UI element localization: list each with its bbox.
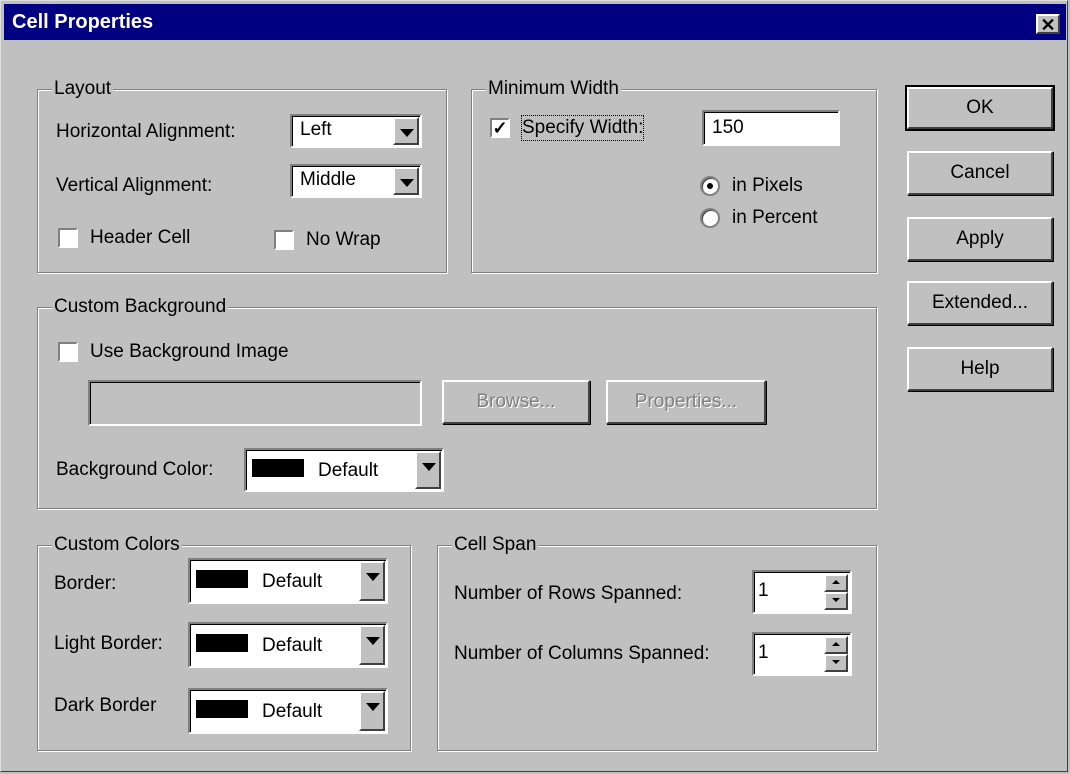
cancel-button[interactable]: Cancel — [907, 151, 1053, 195]
horizontal-alignment-label: Horizontal Alignment: — [56, 121, 236, 142]
header-cell-checkbox[interactable] — [58, 228, 78, 248]
horizontal-alignment-select[interactable]: Left — [290, 114, 422, 148]
border-label: Border: — [54, 573, 117, 594]
spin-up-icon[interactable] — [824, 574, 848, 592]
specify-width-label[interactable]: Specify Width: — [520, 115, 645, 141]
rows-spanned-input[interactable]: 1 — [752, 570, 852, 614]
light-border-label: Light Border: — [54, 633, 163, 654]
title-bar: Cell Properties ✕ — [4, 4, 1066, 40]
spin-up-icon[interactable] — [824, 636, 848, 654]
in-percent-label[interactable]: in Percent — [732, 206, 818, 230]
ok-button[interactable]: OK — [905, 85, 1055, 131]
minimum-width-group: Minimum Width ✓ Specify Width: 150 in Pi… — [471, 78, 877, 273]
columns-spanned-label: Number of Columns Spanned: — [454, 643, 710, 664]
in-percent-radio[interactable] — [700, 208, 720, 228]
chevron-down-icon[interactable] — [359, 625, 385, 665]
bg-color-label: Background Color: — [56, 459, 214, 480]
chevron-down-icon[interactable] — [359, 561, 385, 601]
light-border-color-select[interactable]: Default — [188, 622, 388, 668]
no-wrap-checkbox[interactable] — [274, 230, 294, 250]
vertical-alignment-select[interactable]: Middle — [290, 164, 422, 198]
chevron-down-icon[interactable] — [359, 691, 385, 731]
rows-spinner[interactable] — [824, 574, 848, 610]
bg-color-swatch — [252, 459, 304, 477]
dark-border-color-value: Default — [262, 701, 323, 722]
close-icon[interactable]: ✕ — [1036, 14, 1060, 34]
chevron-down-icon[interactable] — [393, 167, 419, 195]
custom-colors-legend: Custom Colors — [52, 534, 182, 556]
rows-spanned-label: Number of Rows Spanned: — [454, 583, 683, 604]
chevron-down-icon[interactable] — [393, 117, 419, 145]
header-cell-label[interactable]: Header Cell — [90, 226, 190, 250]
spin-down-icon[interactable] — [824, 592, 848, 610]
light-border-color-value: Default — [262, 635, 323, 656]
chevron-down-icon[interactable] — [415, 451, 441, 489]
dark-border-color-select[interactable]: Default — [188, 688, 388, 734]
cell-span-legend: Cell Span — [452, 534, 539, 556]
horizontal-alignment-value: Left — [300, 119, 332, 140]
spin-down-icon[interactable] — [824, 654, 848, 672]
layout-group: Layout Horizontal Alignment: Left Vertic… — [37, 78, 447, 273]
vertical-alignment-value: Middle — [300, 169, 356, 190]
minimum-width-legend: Minimum Width — [486, 78, 621, 100]
width-input[interactable]: 150 — [702, 110, 840, 146]
in-pixels-radio[interactable] — [700, 176, 720, 196]
dialog-title: Cell Properties — [12, 11, 154, 33]
dark-border-label: Dark Border — [54, 695, 157, 716]
columns-spanned-input[interactable]: 1 — [752, 632, 852, 676]
in-pixels-label[interactable]: in Pixels — [732, 174, 803, 198]
vertical-alignment-label: Vertical Alignment: — [56, 175, 213, 196]
extended-button[interactable]: Extended... — [907, 281, 1053, 325]
use-bg-image-label[interactable]: Use Background Image — [90, 340, 289, 364]
properties-button[interactable]: Properties... — [606, 380, 766, 424]
columns-spanned-value: 1 — [758, 642, 769, 663]
bg-color-value: Default — [318, 460, 379, 481]
border-color-value: Default — [262, 571, 323, 592]
custom-colors-group: Custom Colors Border: Default Light Bord… — [37, 534, 411, 751]
columns-spinner[interactable] — [824, 636, 848, 672]
bg-color-select[interactable]: Default — [244, 448, 444, 492]
rows-spanned-value: 1 — [758, 580, 769, 601]
specify-width-checkbox[interactable]: ✓ — [490, 118, 510, 138]
custom-background-group: Custom Background Use Background Image B… — [37, 296, 877, 509]
apply-button[interactable]: Apply — [907, 217, 1053, 261]
custom-background-legend: Custom Background — [52, 296, 229, 318]
light-border-color-swatch — [196, 634, 248, 652]
border-color-swatch — [196, 570, 248, 588]
dark-border-color-swatch — [196, 700, 248, 718]
cell-properties-dialog: Cell Properties ✕ Layout Horizontal Alig… — [0, 0, 1068, 772]
no-wrap-label[interactable]: No Wrap — [306, 228, 381, 252]
layout-legend: Layout — [52, 78, 114, 100]
cell-span-group: Cell Span Number of Rows Spanned: 1 Numb… — [437, 534, 877, 751]
use-bg-image-checkbox[interactable] — [58, 342, 78, 362]
image-path-input[interactable] — [88, 380, 422, 426]
border-color-select[interactable]: Default — [188, 558, 388, 604]
help-button[interactable]: Help — [907, 347, 1053, 391]
browse-button[interactable]: Browse... — [442, 380, 590, 424]
